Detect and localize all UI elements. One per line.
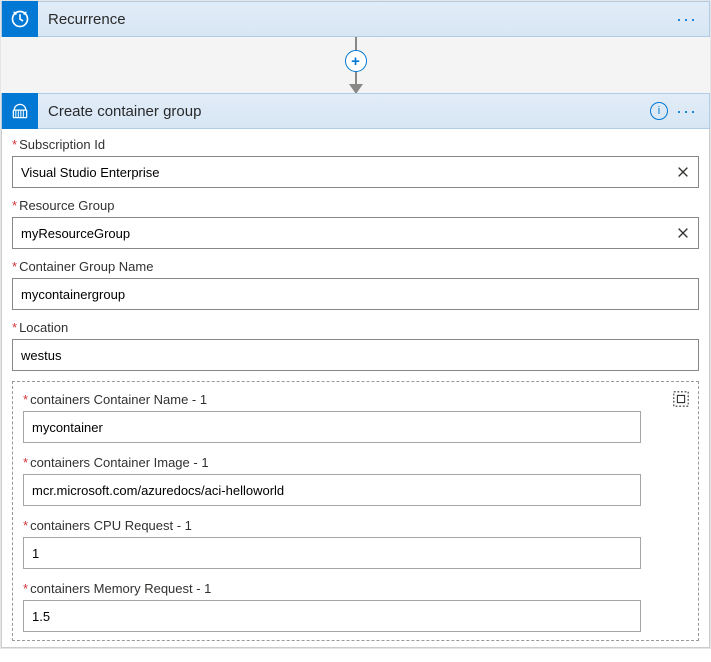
plus-icon: + [351, 53, 360, 70]
container-image-input[interactable] [23, 474, 641, 506]
aci-icon [2, 93, 38, 129]
info-button[interactable]: i [650, 102, 668, 120]
input-wrap-resource-group [12, 217, 699, 249]
location-input[interactable] [12, 339, 699, 371]
field-container-name: *containers Container Name - 1 [23, 392, 688, 443]
logic-app-designer: Recurrence ··· + Create container group … [0, 0, 711, 649]
action-body: *Subscription Id *Resource Group *Contai… [1, 129, 710, 648]
array-toggle-icon [672, 390, 690, 408]
containers-subgroup: *containers Container Name - 1 *containe… [12, 381, 699, 641]
create-container-group-header[interactable]: Create container group i ··· [1, 93, 710, 129]
label-container-group-name: *Container Group Name [12, 259, 699, 274]
label-subscription: *Subscription Id [12, 137, 699, 152]
field-location: *Location [12, 320, 699, 371]
recurrence-title: Recurrence [38, 11, 674, 28]
input-wrap-cpu-request [23, 537, 641, 569]
label-container-name: *containers Container Name - 1 [23, 392, 688, 407]
cpu-request-input[interactable] [23, 537, 641, 569]
input-wrap-container-group-name [12, 278, 699, 310]
container-name-input[interactable] [23, 411, 641, 443]
recurrence-icon [2, 1, 38, 37]
clear-resource-group-button[interactable] [673, 223, 693, 243]
input-wrap-container-name [23, 411, 641, 443]
label-memory-request: *containers Memory Request - 1 [23, 581, 688, 596]
action-header-actions: i ··· [650, 102, 709, 120]
subscription-input[interactable] [12, 156, 699, 188]
recurrence-step-header[interactable]: Recurrence ··· [1, 1, 710, 37]
field-resource-group: *Resource Group [12, 198, 699, 249]
recurrence-actions: ··· [674, 10, 709, 28]
container-instance-icon [10, 101, 30, 121]
field-memory-request: *containers Memory Request - 1 [23, 581, 688, 632]
action-menu-button[interactable]: ··· [674, 102, 699, 120]
connector: + [1, 37, 710, 93]
memory-request-input[interactable] [23, 600, 641, 632]
label-cpu-request: *containers CPU Request - 1 [23, 518, 688, 533]
close-icon [676, 226, 690, 240]
label-container-image: *containers Container Image - 1 [23, 455, 688, 470]
container-group-name-input[interactable] [12, 278, 699, 310]
clear-subscription-button[interactable] [673, 162, 693, 182]
field-subscription: *Subscription Id [12, 137, 699, 188]
field-container-image: *containers Container Image - 1 [23, 455, 688, 506]
label-location: *Location [12, 320, 699, 335]
input-wrap-location [12, 339, 699, 371]
action-title: Create container group [38, 103, 650, 120]
input-wrap-memory-request [23, 600, 641, 632]
resource-group-input[interactable] [12, 217, 699, 249]
info-icon: i [658, 105, 660, 117]
add-step-button[interactable]: + [345, 50, 367, 72]
field-container-group-name: *Container Group Name [12, 259, 699, 310]
label-resource-group: *Resource Group [12, 198, 699, 213]
switch-array-mode-button[interactable] [672, 390, 690, 408]
input-wrap-container-image [23, 474, 641, 506]
close-icon [676, 165, 690, 179]
recurrence-menu-button[interactable]: ··· [674, 10, 699, 28]
clock-icon [10, 9, 30, 29]
input-wrap-subscription [12, 156, 699, 188]
field-cpu-request: *containers CPU Request - 1 [23, 518, 688, 569]
